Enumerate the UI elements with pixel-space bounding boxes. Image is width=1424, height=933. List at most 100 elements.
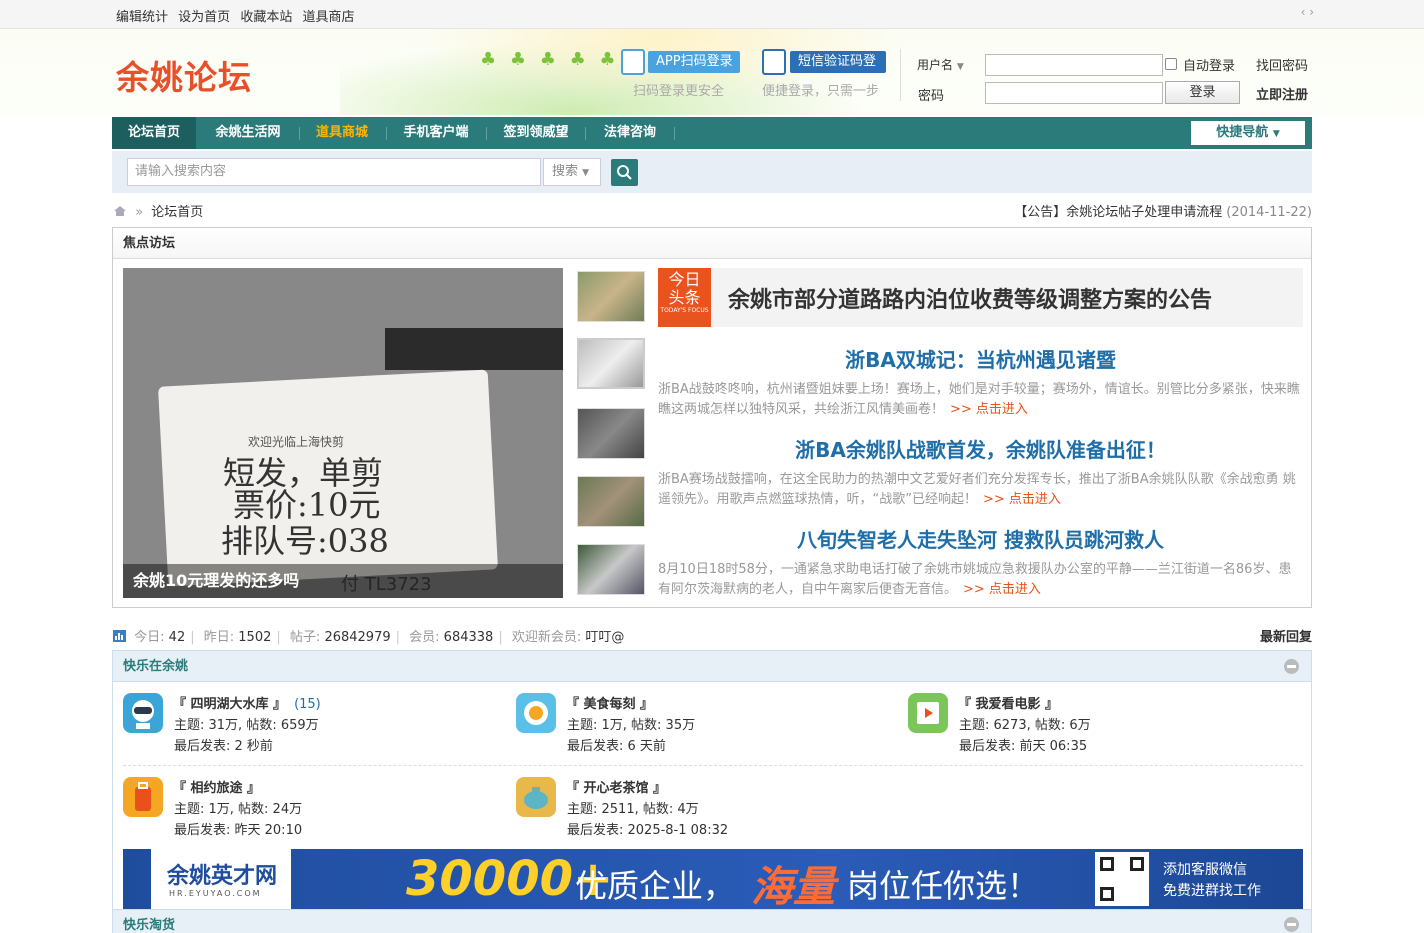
banner-text-2: 海量 [751, 862, 836, 909]
stats-members: 684338 [443, 630, 494, 645]
food-plate-icon[interactable] [516, 693, 556, 733]
category-title[interactable]: 快乐在余姚 [113, 651, 1311, 682]
luggage-icon[interactable] [123, 777, 163, 817]
collapse-icon[interactable] [1284, 659, 1299, 674]
qr-code-icon [1095, 852, 1149, 906]
banner-wechat-2: 免费进群找工作 [1163, 883, 1261, 899]
top-link-homepage[interactable]: 设为首页 [178, 10, 230, 25]
password-input[interactable] [985, 82, 1163, 104]
main-nav: 论坛首页 余姚生活网 道具商城 手机客户端 签到领威望 法律咨询 [112, 117, 1312, 149]
qr-phone-icon[interactable] [621, 49, 645, 75]
forum-item[interactable]: 『 开心老茶馆 』 主题: 2511, 帖数: 4万 最后发表: 2025-8-… [516, 777, 896, 847]
forum-meta: 主题: 6273, 帖数: 6万 [959, 718, 1091, 733]
search-type-select[interactable]: 搜索 ▼ [543, 158, 601, 186]
top-links: 编辑统计 设为首页 收藏本站 道具商店 [116, 6, 360, 25]
register-link[interactable]: 立即注册 [1256, 84, 1308, 103]
story-desc: 浙BA战鼓咚咚响，杭州诸暨姐妹要上场！赛场上，她们是对手较量；赛场外，情谊长。别… [658, 382, 1300, 417]
story-1: 浙BA双城记：当杭州遇见诸暨 浙BA战鼓咚咚响，杭州诸暨姐妹要上场！赛场上，她们… [658, 344, 1303, 420]
width-toggle-icon[interactable]: ‹ › [1301, 5, 1314, 19]
forum-name: 『 四明湖大水库 』 [173, 697, 287, 712]
job-ad-banner[interactable]: 余姚英才网 HR.EYUYAO.COM 30000+ 优质企业， 海量 岗位任你… [123, 849, 1303, 909]
banner-logo: 余姚英才网 HR.EYUYAO.COM [151, 849, 291, 909]
stats-new-member[interactable]: 叮叮@ [585, 630, 624, 645]
story-title[interactable]: 浙BA双城记：当杭州遇见诸暨 [658, 344, 1303, 373]
forum-item[interactable]: 『 我爱看电影 』 主题: 6273, 帖数: 6万 最后发表: 前天 06:3… [908, 693, 1288, 763]
focus-thumb-5[interactable] [577, 544, 645, 595]
forum-name: 『 开心老茶馆 』 [566, 781, 667, 796]
forum-last-post[interactable]: 最后发表: 昨天 20:10 [174, 819, 302, 838]
collapse-icon[interactable] [1284, 917, 1299, 932]
banner-wechat-1: 添加客服微信 [1163, 862, 1247, 878]
category-title[interactable]: 快乐淘货 [123, 918, 175, 933]
nav-checkin[interactable]: 签到领威望 [492, 117, 580, 149]
login-button[interactable]: 登录 [1165, 81, 1240, 104]
tree-decoration-icon: ♣ ♣ ♣ ♣ ♣ [480, 49, 620, 70]
nav-forum-home[interactable]: 论坛首页 [112, 117, 196, 149]
forum-today-count: (15) [294, 697, 321, 712]
nav-legal[interactable]: 法律咨询 [592, 117, 668, 149]
sms-login-subtitle: 便捷登录，只需一步 [762, 84, 880, 99]
forum-last-post[interactable]: 最后发表: 6 天前 [567, 735, 666, 754]
forum-meta: 主题: 31万, 帖数: 659万 [174, 718, 319, 733]
username-input[interactable] [985, 54, 1163, 76]
story-more-link[interactable]: >> 点击进入 [963, 582, 1041, 597]
forum-meta: 主题: 2511, 帖数: 4万 [567, 802, 699, 817]
breadcrumb: » 论坛首页 [113, 201, 203, 220]
breadcrumb-current[interactable]: 论坛首页 [151, 205, 203, 220]
stats-yesterday: 1502 [238, 630, 272, 645]
divider [900, 49, 901, 101]
top-link-bookmark[interactable]: 收藏本站 [240, 10, 292, 25]
image-tape [385, 328, 563, 370]
auto-login-checkbox[interactable] [1165, 58, 1177, 70]
forum-item[interactable]: 『 相约旅途 』 主题: 1万, 帖数: 24万 最后发表: 昨天 20:10 [123, 777, 503, 847]
forum-item[interactable]: 『 四明湖大水库 』 (15) 主题: 31万, 帖数: 659万 最后发表: 2… [123, 693, 503, 763]
announcement-text[interactable]: 【公告】余姚论坛帖子处理申请流程 [1014, 205, 1222, 220]
quick-nav-button[interactable]: 快捷导航 ▼ [1191, 121, 1305, 145]
top-link-shop[interactable]: 道具商店 [302, 10, 354, 25]
focus-title: 焦点访坛 [113, 228, 1311, 259]
focus-thumb-4[interactable] [577, 476, 645, 527]
nav-prop-mall[interactable]: 道具商城 [304, 117, 380, 149]
home-icon[interactable] [113, 205, 127, 217]
focus-main-caption[interactable]: 余姚10元理发的还多吗 [123, 564, 563, 598]
forum-last-post[interactable]: 最后发表: 前天 06:35 [959, 735, 1087, 754]
forum-item[interactable]: 『 美食每刻 』 主题: 1万, 帖数: 35万 最后发表: 6 天前 [516, 693, 896, 763]
nav-mobile-client[interactable]: 手机客户端 [392, 117, 480, 149]
search-icon [617, 165, 632, 180]
teapot-icon[interactable] [516, 777, 556, 817]
announcement[interactable]: 【公告】余姚论坛帖子处理申请流程 (2014-11-22) [1014, 201, 1312, 220]
sms-icon[interactable] [762, 49, 786, 75]
search-input[interactable]: 请输入搜索内容 [127, 158, 541, 186]
film-icon[interactable] [908, 693, 948, 733]
diver-icon[interactable] [123, 693, 163, 733]
forum-stats: 今日: 42 | 昨日: 1502 | 帖子: 26842979 | 会员: 6843… [113, 626, 624, 645]
story-more-link[interactable]: >> 点击进入 [983, 492, 1061, 507]
forum-name: 『 我爱看电影 』 [958, 697, 1059, 712]
forum-meta: 主题: 1万, 帖数: 35万 [567, 718, 696, 733]
focus-main-image[interactable]: 欢迎光临上海快剪 短发，单剪 票价:10元 排队号:038 付 TL3723 余… [123, 268, 563, 598]
forum-last-post[interactable]: 最后发表: 2025-8-1 08:32 [567, 819, 728, 838]
nav-yuyao-life[interactable]: 余姚生活网 [204, 117, 292, 149]
focus-thumb-1[interactable] [577, 271, 645, 322]
story-title[interactable]: 八旬失智老人走失坠河 搜救队员跳河救人 [658, 524, 1303, 553]
top-link-stats[interactable]: 编辑统计 [116, 10, 168, 25]
story-3: 八旬失智老人走失坠河 搜救队员跳河救人 8月10日18时58分，一通紧急求助电话… [658, 524, 1303, 600]
header: 余姚论坛 ♣ ♣ ♣ ♣ ♣ APP扫码登录 扫码登录更安全 短信验证码登录 便… [0, 29, 1424, 115]
focus-thumb-2[interactable] [577, 338, 645, 389]
auto-login-label[interactable]: 自动登录 [1183, 55, 1235, 74]
app-qr-login-button[interactable]: APP扫码登录 [648, 51, 740, 73]
site-logo[interactable]: 余姚论坛 [116, 51, 252, 99]
username-label[interactable]: 用户名 ▼ [917, 56, 964, 73]
story-title[interactable]: 浙BA余姚队战歌首发，余姚队准备出征！ [658, 434, 1303, 463]
search-button[interactable] [611, 159, 638, 186]
top-bar: 编辑统计 设为首页 收藏本站 道具商店 ‹ › [0, 0, 1424, 29]
banner-text-1: 优质企业， [575, 867, 736, 905]
focus-thumb-3[interactable] [577, 408, 645, 459]
stats-posts: 26842979 [324, 630, 391, 645]
story-more-link[interactable]: >> 点击进入 [950, 402, 1028, 417]
headline-title[interactable]: 余姚市部分道路路内泊位收费等级调整方案的公告 [728, 282, 1212, 314]
latest-replies-link[interactable]: 最新回复 [1260, 626, 1312, 645]
forum-last-post[interactable]: 最后发表: 2 秒前 [174, 735, 273, 754]
forgot-password-link[interactable]: 找回密码 [1256, 55, 1308, 74]
sms-login-button[interactable]: 短信验证码登录 [790, 51, 886, 91]
